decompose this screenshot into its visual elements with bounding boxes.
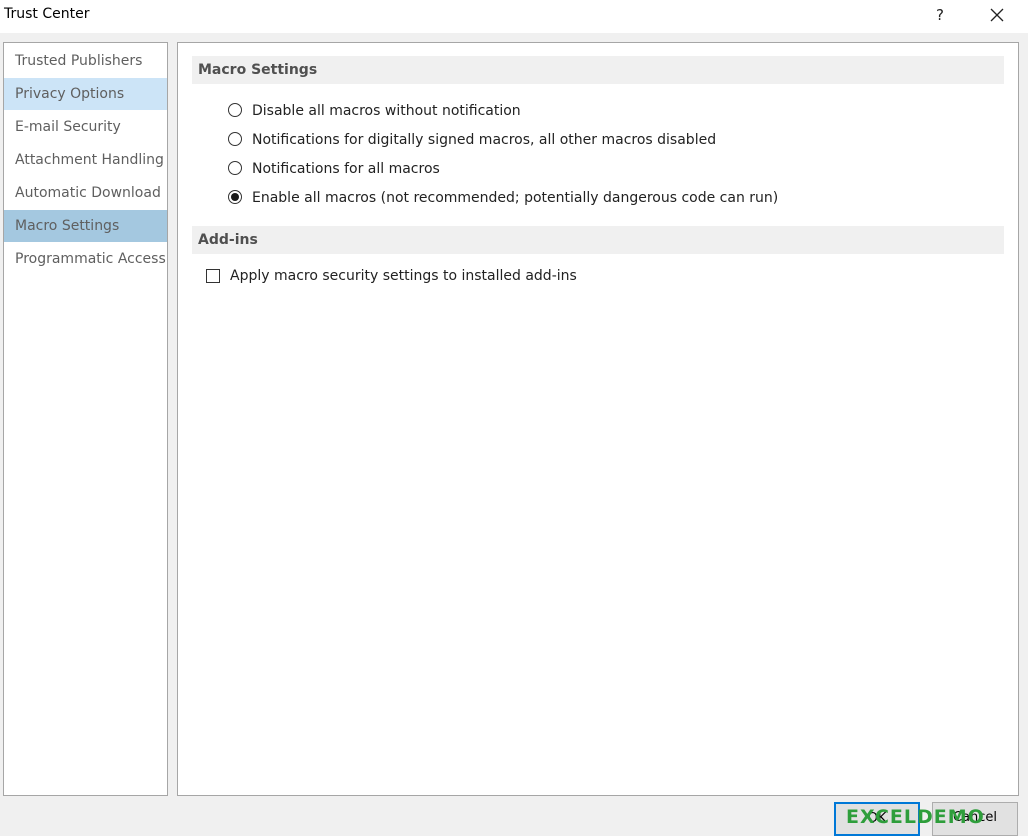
radio-button-selected[interactable] — [228, 190, 242, 204]
macro-option-signed-only[interactable]: Notifications for digitally signed macro… — [228, 128, 828, 152]
addins-security-checkbox-row[interactable]: Apply macro security settings to install… — [206, 264, 706, 288]
macro-settings-heading: Macro Settings — [192, 56, 1004, 84]
close-button[interactable] — [984, 3, 1010, 27]
radio-button[interactable] — [228, 132, 242, 146]
sidebar-item-email-security[interactable]: E-mail Security — [4, 111, 167, 143]
window-title: Trust Center — [4, 6, 90, 22]
close-icon — [990, 8, 1004, 22]
sidebar-item-programmatic-access[interactable]: Programmatic Access — [4, 243, 167, 275]
sidebar-item-macro-settings[interactable]: Macro Settings — [4, 210, 167, 242]
macro-option-label: Notifications for digitally signed macro… — [252, 132, 717, 148]
watermark-logo: EXCELDEMO — [846, 806, 985, 828]
title-bar: Trust Center ? — [0, 0, 1028, 33]
sidebar-item-trusted-publishers[interactable]: Trusted Publishers — [4, 45, 167, 77]
addins-heading: Add-ins — [192, 226, 1004, 254]
macro-option-label: Disable all macros without notification — [252, 103, 521, 119]
macro-option-label: Enable all macros (not recommended; pote… — [252, 190, 779, 206]
sidebar-item-attachment-handling[interactable]: Attachment Handling — [4, 144, 167, 176]
addins-checkbox-label: Apply macro security settings to install… — [230, 268, 577, 284]
macro-option-disable-all[interactable]: Disable all macros without notification — [228, 99, 648, 123]
radio-button[interactable] — [228, 103, 242, 117]
macro-option-notify-all[interactable]: Notifications for all macros — [228, 157, 608, 181]
macro-option-enable-all[interactable]: Enable all macros (not recommended; pote… — [228, 186, 868, 210]
sidebar: Trusted Publishers Privacy Options E-mai… — [3, 42, 168, 796]
sidebar-item-privacy-options[interactable]: Privacy Options — [4, 78, 167, 110]
radio-button[interactable] — [228, 161, 242, 175]
help-button[interactable]: ? — [928, 3, 952, 27]
settings-panel: Macro Settings Disable all macros withou… — [177, 42, 1019, 796]
checkbox[interactable] — [206, 269, 220, 283]
sidebar-item-automatic-download[interactable]: Automatic Download — [4, 177, 167, 209]
macro-option-label: Notifications for all macros — [252, 161, 440, 177]
